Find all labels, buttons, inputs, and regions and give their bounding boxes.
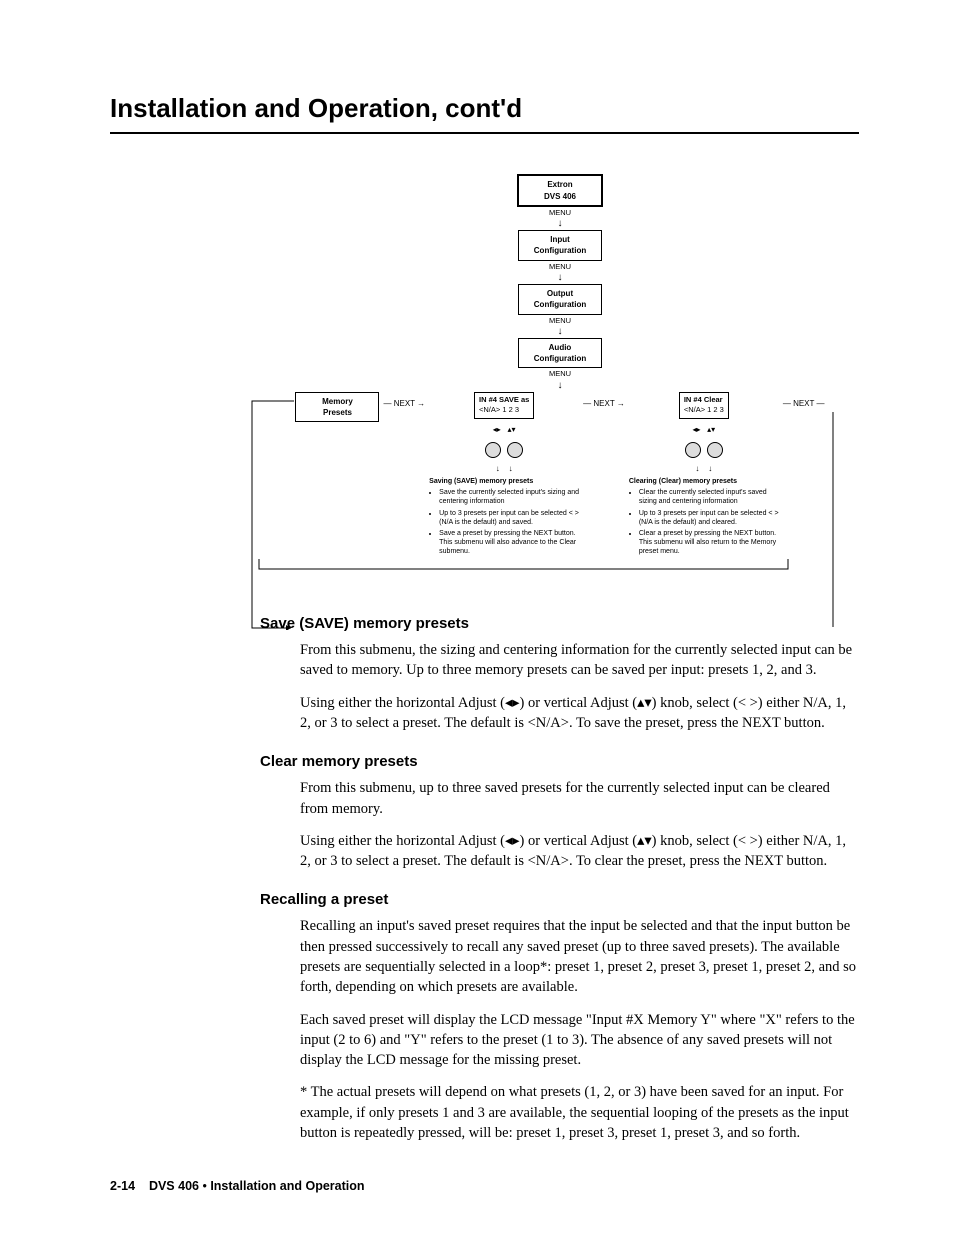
- page-footer: 2-14 DVS 406 • Installation and Operatio…: [110, 1178, 365, 1196]
- label-menu: MENU: [549, 369, 571, 380]
- arrow-down-icon: ↓ ↓: [695, 463, 712, 474]
- node-audio-config: Audio Configuration: [518, 338, 602, 368]
- para-save-2: Using either the horizontal Adjust (◂▸) …: [300, 693, 859, 734]
- knob-icon: [485, 442, 501, 458]
- flowchart: Extron DVS 406 MENU ↓ Input Configuratio…: [280, 174, 840, 573]
- label-next: NEXT: [793, 399, 814, 408]
- return-arrow: [251, 400, 295, 630]
- label-next: NEXT: [394, 399, 415, 408]
- arrow-down-icon: ↓: [558, 327, 563, 337]
- node-start: Extron DVS 406: [517, 174, 603, 206]
- page-title: Installation and Operation, cont'd: [110, 90, 859, 134]
- return-line: [783, 412, 843, 632]
- clear-description: Clearing (Clear) memory presets Clear th…: [629, 477, 779, 558]
- label-next: NEXT: [593, 399, 614, 408]
- separator-bullet: •: [202, 1179, 206, 1193]
- product-name: DVS 406: [149, 1179, 199, 1193]
- para-clear-1: From this submenu, up to three saved pre…: [300, 778, 859, 819]
- para-recall-1: Recalling an input's saved preset requir…: [300, 916, 859, 997]
- heading-clear: Clear memory presets: [260, 751, 859, 772]
- para-recall-3: * The actual presets will depend on what…: [300, 1082, 859, 1143]
- node-clear-preset: IN #4 Clear<N/A> 1 2 3: [679, 392, 729, 419]
- heading-recall: Recalling a preset: [260, 889, 859, 910]
- knob-icon: [685, 442, 701, 458]
- node-output-config: Output Configuration: [518, 284, 602, 314]
- label-menu: MENU: [549, 316, 571, 327]
- knob-icon: [707, 442, 723, 458]
- arrow-down-icon: ↓: [558, 219, 563, 229]
- page-number: 2-14: [110, 1179, 135, 1193]
- node-input-config: Input Configuration: [518, 230, 602, 260]
- para-recall-2: Each saved preset will display the LCD m…: [300, 1010, 859, 1071]
- para-clear-2: Using either the horizontal Adjust (◂▸) …: [300, 831, 859, 872]
- adjust-arrows-icon: ◂▸ ▴▾: [692, 424, 715, 435]
- node-memory-presets: Memory Presets: [295, 392, 379, 422]
- label-menu: MENU: [549, 262, 571, 273]
- label-menu: MENU: [549, 208, 571, 219]
- chapter-name: Installation and Operation: [210, 1179, 364, 1193]
- save-description: Saving (SAVE) memory presets Save the cu…: [429, 477, 579, 558]
- para-save-1: From this submenu, the sizing and center…: [300, 640, 859, 681]
- heading-save: Save (SAVE) memory presets: [260, 613, 859, 634]
- adjust-arrows-icon: ◂▸ ▴▾: [493, 424, 516, 435]
- arrow-down-icon: ↓: [558, 381, 563, 391]
- node-save-preset: IN #4 SAVE as<N/A> 1 2 3: [474, 392, 534, 419]
- arrow-down-icon: ↓: [558, 273, 563, 283]
- bottom-return-line: [258, 559, 818, 573]
- knob-icon: [507, 442, 523, 458]
- arrow-down-icon: ↓ ↓: [496, 463, 513, 474]
